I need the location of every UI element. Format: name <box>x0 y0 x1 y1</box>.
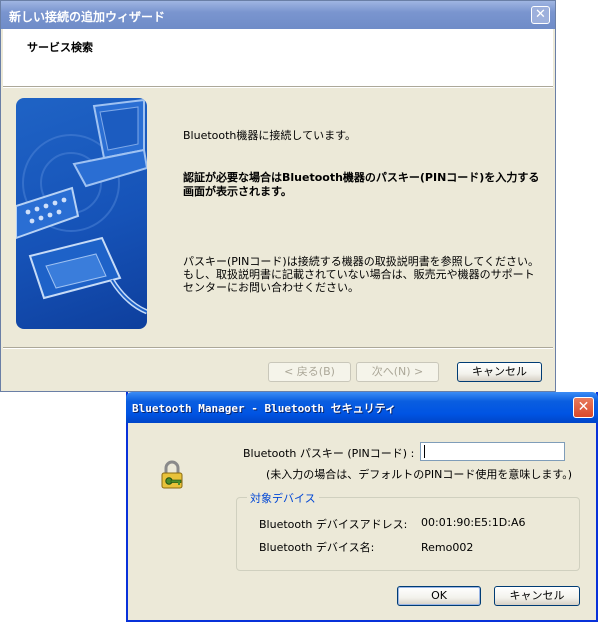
back-button[interactable]: < 戻る(B) <box>268 362 351 382</box>
device-name-label: Bluetooth デバイス名: <box>259 541 375 554</box>
passkey-label: Bluetooth パスキー (PINコード) : <box>243 447 415 460</box>
lock-key-icon <box>160 460 184 490</box>
security-titlebar[interactable]: Bluetooth Manager - Bluetooth セキュリティ ✕ <box>126 392 598 423</box>
default-pin-note: (未入力の場合は、デフォルトのPINコード使用を意味します。) <box>266 468 573 481</box>
header-divider <box>3 86 553 88</box>
close-icon[interactable]: ✕ <box>531 6 550 24</box>
auth-instruction-text: 認証が必要な場合はBluetooth機器のパスキー(PINコード)を入力する画面… <box>183 171 540 198</box>
footer-divider <box>3 347 553 349</box>
security-title: Bluetooth Manager - Bluetooth セキュリティ <box>132 402 397 415</box>
wizard-window: 新しい接続の追加ウィザード ✕ サービス検索 Bluetooth機器に接続してい… <box>0 0 556 392</box>
wizard-header: サービス検索 <box>3 29 553 86</box>
device-address-value: 00:01:90:E5:1D:A6 <box>421 516 526 529</box>
page-title: サービス検索 <box>27 41 93 54</box>
passkey-help-text: パスキー(PINコード)は接続する機器の取扱説明書を参照してください。もし、取扱… <box>183 255 540 294</box>
device-address-label: Bluetooth デバイスアドレス: <box>259 518 408 531</box>
wizard-titlebar[interactable]: 新しい接続の追加ウィザード ✕ <box>1 1 555 29</box>
device-name-value: Remo002 <box>421 541 474 554</box>
target-device-group: 対象デバイス Bluetooth デバイスアドレス: 00:01:90:E5:1… <box>236 490 580 571</box>
laptop-serial-cable-icon <box>16 98 147 329</box>
close-icon[interactable]: ✕ <box>573 397 594 418</box>
connecting-text: Bluetooth機器に接続しています。 <box>183 129 356 142</box>
next-button[interactable]: 次へ(N) > <box>356 362 439 382</box>
cancel-button[interactable]: キャンセル <box>457 362 542 382</box>
group-label: 対象デバイス <box>247 490 319 506</box>
passkey-input[interactable] <box>420 442 565 461</box>
ok-button[interactable]: OK <box>397 586 481 606</box>
text-caret <box>424 445 425 458</box>
security-dialog: Bluetooth Manager - Bluetooth セキュリティ ✕ B… <box>126 392 598 622</box>
wizard-title: 新しい接続の追加ウィザード <box>9 10 166 24</box>
security-cancel-button[interactable]: キャンセル <box>494 586 580 606</box>
